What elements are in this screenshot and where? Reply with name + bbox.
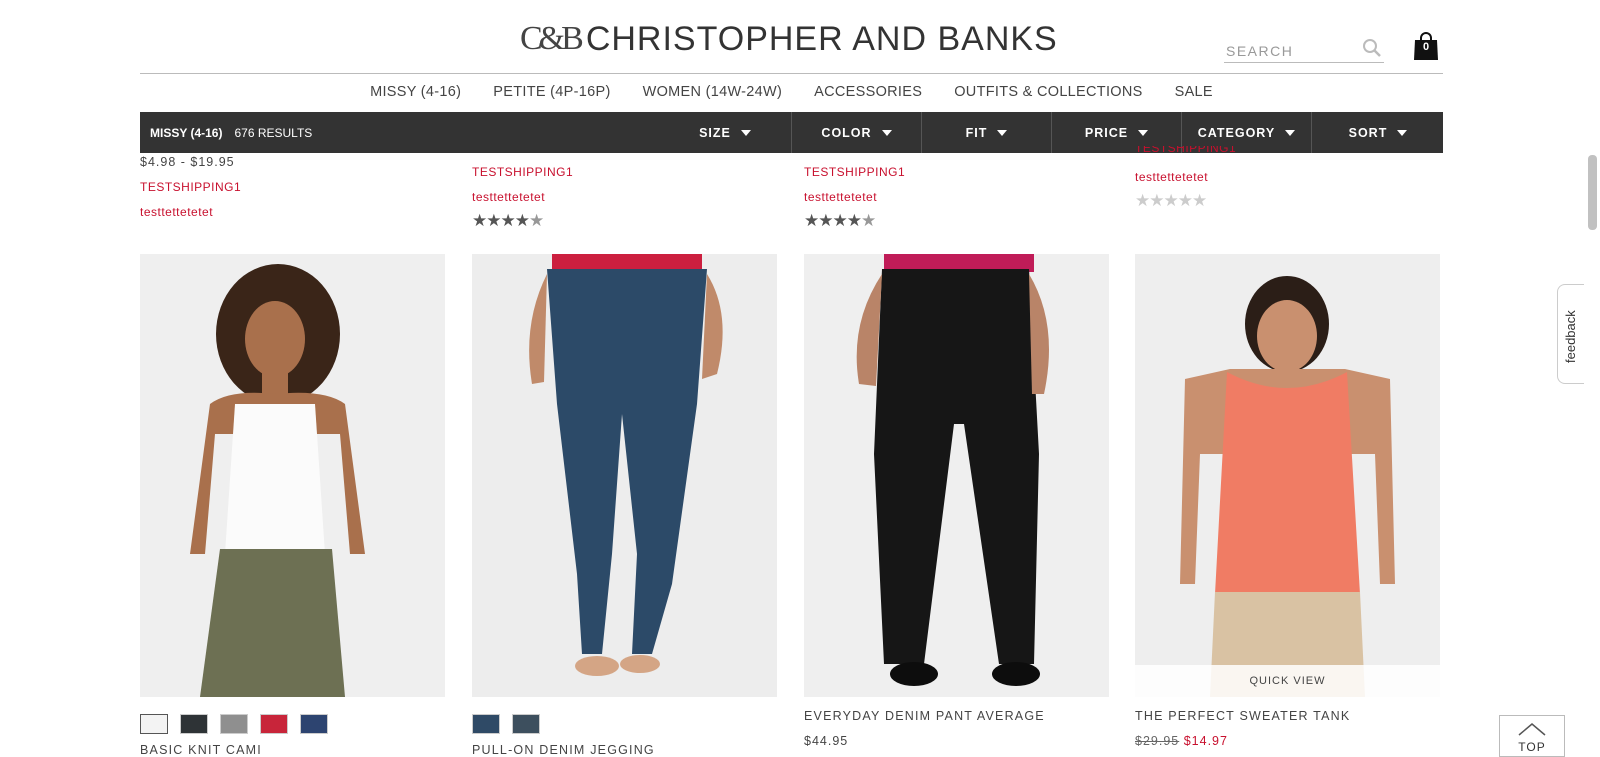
color-swatch-navy[interactable] xyxy=(300,714,328,734)
shopping-bag-icon[interactable]: 0 xyxy=(1413,32,1439,60)
filter-summary: MISSY (4-16) 676 RESULTS xyxy=(150,112,312,153)
scrollbar-track[interactable] xyxy=(1584,0,1600,755)
logo-mark: C&B xyxy=(520,20,584,57)
product-price: $29.95 $14.97 xyxy=(1135,734,1228,748)
filter-sort-label: SORT xyxy=(1348,125,1388,140)
product-image[interactable] xyxy=(804,254,1109,697)
filter-fit[interactable]: FIT xyxy=(921,112,1051,153)
chevron-down-icon xyxy=(1285,129,1296,136)
color-swatch-gray-denim[interactable] xyxy=(512,714,540,734)
chevron-down-icon xyxy=(881,129,892,136)
promo-code-partial: TESTSHIPPING1 xyxy=(1135,146,1236,155)
sale-price: $14.97 xyxy=(1183,734,1228,748)
jegging-model-illustration xyxy=(472,254,777,697)
star-rating: ★★★★★ xyxy=(472,211,544,230)
chevron-down-icon xyxy=(740,129,751,136)
color-swatch-red[interactable] xyxy=(260,714,288,734)
promo-code-partial-text: TESTSHIPPING1 xyxy=(1135,146,1237,155)
product-image[interactable]: QUICK VIEW xyxy=(1135,254,1440,697)
promo-code: TESTSHIPPING1 xyxy=(472,165,574,179)
cami-model-illustration xyxy=(140,254,445,697)
original-price: $29.95 xyxy=(1135,734,1180,748)
promo-text: testtettetetet xyxy=(1135,170,1209,184)
nav-accessories[interactable]: ACCESSORIES xyxy=(798,84,938,104)
chevron-up-icon xyxy=(1518,723,1546,736)
brand-logo[interactable]: C&B CHRISTOPHER AND BANKS xyxy=(520,18,1060,60)
nav-sale[interactable]: SALE xyxy=(1159,84,1229,104)
sweater-tank-model-illustration xyxy=(1135,254,1440,697)
logo-text: CHRISTOPHER AND BANKS xyxy=(585,19,1058,58)
promo-text: testtettetetet xyxy=(804,190,878,204)
promo-code: TESTSHIPPING1 xyxy=(140,180,242,194)
back-to-top-label: TOP xyxy=(1518,740,1546,754)
nav-outfits[interactable]: OUTFITS & COLLECTIONS xyxy=(938,84,1158,104)
search-input[interactable] xyxy=(1224,40,1358,62)
product-name[interactable]: EVERYDAY DENIM PANT AVERAGE xyxy=(804,709,1045,723)
product-image[interactable] xyxy=(140,254,445,697)
color-swatch-gray[interactable] xyxy=(220,714,248,734)
scrollbar-thumb[interactable] xyxy=(1588,155,1597,230)
promo-code: TESTSHIPPING1 xyxy=(804,165,906,179)
current-category: MISSY (4-16) xyxy=(150,125,223,140)
back-to-top-button[interactable]: TOP xyxy=(1499,715,1565,757)
color-swatch-charcoal[interactable] xyxy=(180,714,208,734)
filter-category-label: CATEGORY xyxy=(1197,125,1276,140)
filter-size[interactable]: SIZE xyxy=(660,112,790,153)
quick-view-button[interactable]: QUICK VIEW xyxy=(1135,665,1440,697)
filter-fit-label: FIT xyxy=(965,125,988,140)
filter-price-label: PRICE xyxy=(1084,125,1129,140)
header-divider xyxy=(140,73,1443,74)
product-price-range: $4.98 - $19.95 xyxy=(140,155,235,169)
filter-bar: MISSY (4-16) 676 RESULTS SIZE COLOR FIT … xyxy=(140,112,1443,153)
star-rating: ★★★★★ xyxy=(804,211,876,230)
chevron-down-icon xyxy=(997,129,1008,136)
feedback-label: feedback xyxy=(1563,310,1578,363)
color-swatch-white[interactable] xyxy=(140,714,168,734)
color-swatch-dark-denim[interactable] xyxy=(472,714,500,734)
nav-women[interactable]: WOMEN (14W-24W) xyxy=(627,84,799,104)
filter-color-label: COLOR xyxy=(821,125,872,140)
search-icon[interactable] xyxy=(1362,38,1382,58)
nav-petite[interactable]: PETITE (4P-16P) xyxy=(477,84,626,104)
main-nav: MISSY (4-16) PETITE (4P-16P) WOMEN (14W-… xyxy=(140,84,1443,104)
product-image[interactable] xyxy=(472,254,777,697)
nav-missy[interactable]: MISSY (4-16) xyxy=(354,84,477,104)
chevron-down-icon xyxy=(1397,129,1408,136)
product-price: $44.95 xyxy=(804,734,849,748)
promo-text: testtettetetet xyxy=(140,205,214,219)
results-count: 676 RESULTS xyxy=(234,125,313,140)
filter-size-label: SIZE xyxy=(699,125,731,140)
star-rating: ★★★★★ xyxy=(1135,191,1207,210)
product-name[interactable]: THE PERFECT SWEATER TANK xyxy=(1135,709,1350,723)
filter-sort[interactable]: SORT xyxy=(1311,112,1444,153)
chevron-down-icon xyxy=(1138,129,1149,136)
bag-count: 0 xyxy=(1422,41,1430,53)
search-box xyxy=(1224,38,1384,63)
filter-color[interactable]: COLOR xyxy=(791,112,921,153)
promo-text: testtettetetet xyxy=(472,190,546,204)
black-denim-model-illustration xyxy=(804,254,1109,697)
